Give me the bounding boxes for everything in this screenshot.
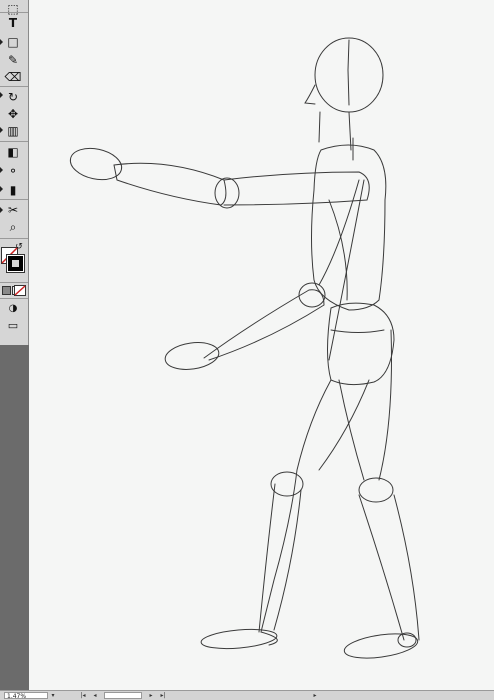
slice-tool-icon[interactable]: ✂ xyxy=(2,201,24,218)
spine-line xyxy=(328,179,365,361)
graph-tool-icon[interactable]: ▥ xyxy=(2,122,24,139)
divider xyxy=(0,282,28,283)
divider xyxy=(0,141,28,142)
tools-panel: ⬚ T □ ✎ ⌫ ↻ ✥ ▥ ◧ ⚬ ▮ ✂ ⌕ ↺ ◑ ▭ xyxy=(0,0,29,345)
hand-extended xyxy=(69,147,123,181)
status-menu-icon[interactable]: ▸ xyxy=(312,692,318,699)
upper-arm-lowered xyxy=(318,179,360,286)
first-artboard-icon[interactable]: |◂ xyxy=(80,692,86,699)
rectangle-tool-icon[interactable]: □ xyxy=(2,33,24,50)
prev-artboard-icon[interactable]: ◂ xyxy=(92,692,98,699)
hand-lowered xyxy=(164,342,220,370)
divider xyxy=(0,298,28,299)
shin-front xyxy=(358,494,405,641)
flyout-indicator-icon xyxy=(0,207,3,213)
neck-line xyxy=(348,111,352,151)
foot-back xyxy=(200,628,278,650)
figure-sketch xyxy=(69,37,420,659)
zoom-tool-icon[interactable]: ⌕ xyxy=(2,219,24,236)
elbow-joint xyxy=(214,177,240,209)
knee-joint xyxy=(270,471,304,497)
forearm-extended xyxy=(113,162,227,206)
column-graph-icon[interactable]: ▮ xyxy=(2,181,24,198)
foot-front xyxy=(343,633,419,659)
torso-contour xyxy=(328,199,348,301)
blend-tool-icon[interactable]: ⚬ xyxy=(2,162,24,179)
full-screen-mode-icon[interactable]: ▭ xyxy=(2,317,24,334)
leg-front-thigh xyxy=(378,329,392,481)
nose-shape xyxy=(304,84,316,105)
none-mode-icon[interactable] xyxy=(14,285,26,296)
last-artboard-icon[interactable]: ▸| xyxy=(160,692,166,699)
flyout-indicator-icon xyxy=(0,127,3,133)
artboard[interactable] xyxy=(29,0,494,690)
screen-mode-icon[interactable]: ◑ xyxy=(2,300,24,317)
color-mode-icon[interactable] xyxy=(2,286,11,295)
divider xyxy=(0,12,28,13)
type-tool-icon[interactable]: T xyxy=(2,14,24,31)
leg-front-thigh xyxy=(338,379,365,481)
pelvis-contour xyxy=(330,329,385,333)
rotate-tool-icon[interactable]: ↻ xyxy=(2,88,24,105)
forearm-lowered xyxy=(203,289,325,361)
neck-line xyxy=(318,111,321,143)
eraser-tool-icon[interactable]: ⌫ xyxy=(2,68,24,85)
flyout-indicator-icon xyxy=(0,39,3,45)
flyout-indicator-icon xyxy=(0,167,3,173)
free-transform-icon[interactable]: ✥ xyxy=(2,105,24,122)
upper-arm-extended xyxy=(223,171,370,206)
zoom-field[interactable]: 1.47% xyxy=(4,692,48,700)
elbow-joint xyxy=(298,282,326,308)
workspace-background xyxy=(0,345,28,699)
stroke-swatch[interactable] xyxy=(7,255,24,272)
leg-back-thigh xyxy=(318,379,370,471)
head-guideline xyxy=(347,39,350,106)
divider xyxy=(0,86,28,87)
knee-joint xyxy=(358,477,394,503)
torso-outline xyxy=(311,144,387,311)
shin-back xyxy=(273,489,302,631)
artboard-field[interactable] xyxy=(104,692,142,699)
gradient-tool-icon[interactable]: ◧ xyxy=(2,143,24,160)
pen-brush-icon[interactable]: ✎ xyxy=(2,51,24,68)
zoom-dropdown-icon[interactable]: ▾ xyxy=(50,692,56,699)
next-artboard-icon[interactable]: ▸ xyxy=(148,692,154,699)
flyout-indicator-icon xyxy=(0,92,3,98)
divider xyxy=(0,199,28,200)
swap-colors-icon[interactable]: ↺ xyxy=(12,238,26,255)
flyout-indicator-icon xyxy=(0,186,3,192)
